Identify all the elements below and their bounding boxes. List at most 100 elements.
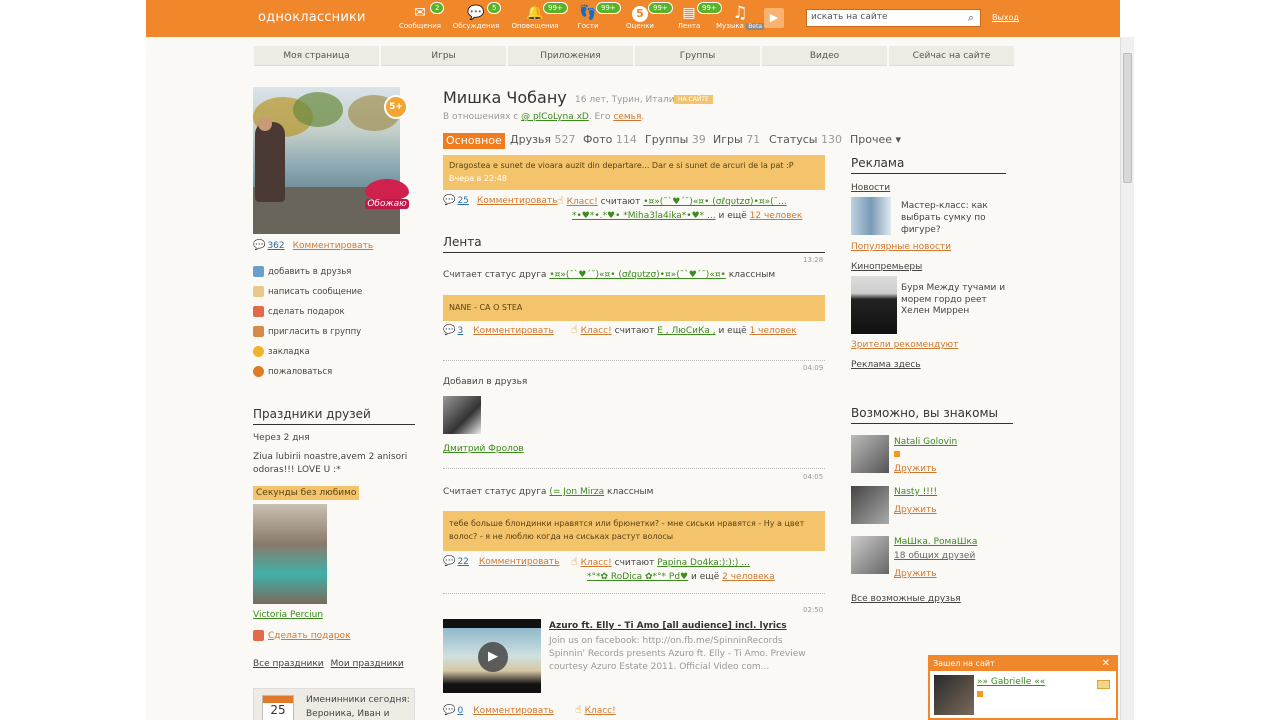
photo-comment-count[interactable]: 362 bbox=[267, 241, 284, 251]
action-invite-group[interactable]: пригласить в группу bbox=[253, 326, 361, 337]
comment-link[interactable]: Комментировать bbox=[473, 326, 554, 336]
liker-link[interactable]: *•♥*•.*♥• *Miha3la4ika*•♥* ... bbox=[572, 211, 716, 221]
liker-link[interactable]: E , ЛюСиКа , bbox=[657, 326, 715, 336]
speech-bubble-icon: 💬 bbox=[253, 240, 266, 251]
recommend-link[interactable]: Зрители рекомендуют bbox=[851, 340, 958, 350]
mutual-friends[interactable]: 18 общих друзей bbox=[894, 551, 975, 561]
ad-cinema-text[interactable]: Буря Между тучами и морем гордо реет Хел… bbox=[901, 283, 1009, 318]
search-icon[interactable]: ⌕ bbox=[964, 11, 978, 25]
tab-photos[interactable]: Фото 114 bbox=[583, 133, 637, 146]
nav-games[interactable]: Игры bbox=[381, 46, 506, 66]
more-likers-link[interactable]: 1 человек bbox=[750, 326, 797, 336]
tab-groups[interactable]: Группы 39 bbox=[645, 133, 706, 146]
befriend-link[interactable]: Дружить bbox=[894, 464, 937, 474]
scrollbar-thumb[interactable] bbox=[1123, 53, 1132, 183]
holiday-person-name[interactable]: Victoria Perciun bbox=[253, 610, 323, 620]
popup-user-name[interactable]: »» Gabrielle «« bbox=[977, 677, 1045, 687]
feed-title: Лента bbox=[443, 235, 482, 249]
nav-online-now[interactable]: Сейчас на сайте bbox=[889, 46, 1014, 66]
tab-games[interactable]: Игры 71 bbox=[713, 133, 760, 146]
topbar-guests[interactable]: 👣 Гости 99+ bbox=[564, 2, 621, 31]
action-bookmark[interactable]: закладка bbox=[253, 346, 310, 357]
popular-news-link[interactable]: Популярные новости bbox=[851, 242, 951, 252]
nav-my-page[interactable]: Моя страница bbox=[254, 46, 379, 66]
suggested-avatar[interactable] bbox=[851, 536, 889, 574]
status-comment-count[interactable]: 25 bbox=[457, 196, 468, 206]
scrollbar[interactable] bbox=[1120, 37, 1134, 720]
comment-count[interactable]: 0 bbox=[457, 706, 463, 716]
feed-status-box: тебе больше блондинки нравятся или брюне… bbox=[443, 511, 825, 551]
nav-video[interactable]: Видео bbox=[762, 46, 887, 66]
topbar-discussions[interactable]: 💬 Обсуждения 5 bbox=[452, 2, 502, 31]
tab-statuses[interactable]: Статусы 130 bbox=[769, 133, 842, 146]
nav-groups[interactable]: Группы bbox=[635, 46, 760, 66]
suggested-avatar[interactable] bbox=[851, 486, 889, 524]
site-logo[interactable]: одноклассники bbox=[258, 10, 366, 25]
suggested-name[interactable]: Natali Golovin bbox=[894, 437, 957, 447]
friend-avatar[interactable] bbox=[443, 396, 481, 434]
action-report[interactable]: пожаловаться bbox=[253, 366, 332, 377]
more-likers-link[interactable]: 2 человека bbox=[722, 572, 775, 582]
liker-link[interactable]: Papina Do4ka:):):) ... bbox=[657, 558, 750, 568]
all-suggestions-link[interactable]: Все возможные друзья bbox=[851, 594, 961, 604]
feed-intro: Добавил в друзья bbox=[443, 377, 528, 387]
ads-news-link[interactable]: Новости bbox=[851, 183, 890, 193]
divider bbox=[443, 252, 825, 253]
profile-photo[interactable]: 5+ Обожаю bbox=[253, 87, 409, 234]
status-comment-link[interactable]: Комментировать bbox=[477, 196, 558, 206]
comment-link[interactable]: Комментировать bbox=[479, 557, 560, 567]
friend-link[interactable]: •¤»(¯`♥´¯)«¤• (σℓqυtzσ)•¤»(¯`♥´¯)«¤• bbox=[549, 270, 726, 280]
close-icon[interactable]: ✕ bbox=[1102, 657, 1110, 671]
tab-main[interactable]: Основное bbox=[443, 133, 505, 149]
klass-button[interactable]: Класс! bbox=[581, 558, 612, 568]
envelope-icon[interactable] bbox=[1097, 680, 1110, 689]
klass-button[interactable]: Класс! bbox=[567, 197, 598, 207]
action-add-friend[interactable]: добавить в друзья bbox=[253, 266, 351, 277]
comment-link[interactable]: Комментировать bbox=[473, 706, 554, 716]
popup-avatar[interactable] bbox=[934, 675, 974, 715]
holiday-gift-link[interactable]: Сделать подарок bbox=[268, 631, 351, 641]
topbar-notifications[interactable]: 🔔 Оповещения 99+ bbox=[511, 2, 568, 31]
photo-comment-link[interactable]: Комментировать bbox=[293, 241, 374, 251]
logout-link[interactable]: Выход bbox=[992, 13, 1019, 22]
holiday-person-photo[interactable] bbox=[253, 504, 327, 604]
ad-cinema-image[interactable] bbox=[851, 276, 897, 334]
topbar-messages[interactable]: ✉ Сообщения 2 bbox=[396, 2, 445, 31]
family-link[interactable]: семья bbox=[613, 112, 641, 122]
play-icon[interactable]: ▶ bbox=[478, 642, 508, 672]
nav-apps[interactable]: Приложения bbox=[508, 46, 633, 66]
ad-news-text[interactable]: Мастер-класс: как выбрать сумку по фигур… bbox=[901, 200, 996, 236]
video-thumbnail[interactable]: ▶ bbox=[443, 619, 541, 693]
all-holidays-link[interactable]: Все праздники bbox=[253, 659, 324, 669]
play-icon[interactable]: ▶ bbox=[764, 8, 784, 28]
liker-link[interactable]: •¤»(¯`♥´¯)«¤• (σℓqυtzσ)•¤»(¯... bbox=[643, 197, 787, 207]
partner-link[interactable]: @ plCoLyna xD bbox=[521, 112, 589, 122]
ad-news-image[interactable] bbox=[851, 197, 891, 235]
tab-more[interactable]: Прочее ▾ bbox=[850, 133, 901, 146]
friend-link[interactable]: Дмитрий Фролов bbox=[443, 444, 524, 454]
tab-friends[interactable]: Друзья 527 bbox=[510, 133, 576, 146]
topbar-ratings[interactable]: 5 Оценки 99+ bbox=[616, 2, 673, 31]
action-write-message[interactable]: написать сообщение bbox=[253, 286, 362, 297]
klass-button[interactable]: Класс! bbox=[581, 326, 612, 336]
cinema-link[interactable]: Кинопремьеры bbox=[851, 262, 922, 272]
topbar-feed[interactable]: ▤ Лента 99+ bbox=[665, 2, 722, 31]
comment-count[interactable]: 3 bbox=[457, 326, 463, 336]
my-holidays-link[interactable]: Мои праздники bbox=[331, 659, 404, 669]
more-likers-link[interactable]: 12 человек bbox=[750, 211, 803, 221]
video-title[interactable]: Azuro ft. Elly - Ti Amo [all audience] i… bbox=[549, 621, 787, 631]
suggested-avatar[interactable] bbox=[851, 435, 889, 473]
search-input[interactable]: искать на сайте bbox=[806, 9, 981, 27]
ads-title: Реклама bbox=[851, 156, 905, 170]
ads-here-link[interactable]: Реклама здесь bbox=[851, 360, 921, 370]
suggested-name[interactable]: МаШка. РомаШка bbox=[894, 537, 977, 547]
befriend-link[interactable]: Дружить bbox=[894, 569, 937, 579]
befriend-link[interactable]: Дружить bbox=[894, 505, 937, 515]
klass-button[interactable]: Класс! bbox=[585, 706, 616, 716]
suggested-name[interactable]: Nasty !!!! bbox=[894, 487, 937, 497]
liker-link[interactable]: *°*✿ RoDica ✿*°* Pd♥ bbox=[587, 572, 688, 582]
action-gift[interactable]: сделать подарок bbox=[253, 306, 345, 317]
topbar-music[interactable]: ♫ Музыка Beta bbox=[716, 4, 765, 31]
comment-count[interactable]: 22 bbox=[457, 557, 468, 567]
friend-link[interactable]: (= Jon Mirza bbox=[549, 487, 604, 497]
